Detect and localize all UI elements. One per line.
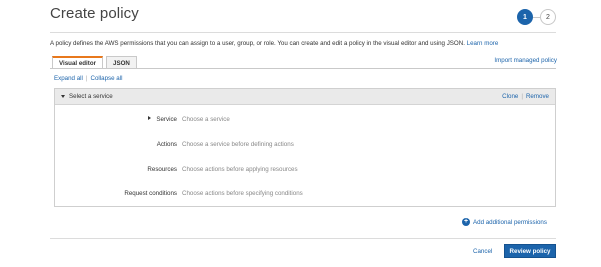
cancel-button[interactable]: Cancel [473,248,492,255]
action-separator: | [521,93,523,100]
footer-divider [50,238,556,239]
step-2-indicator: 2 [540,9,556,25]
permission-block-header[interactable]: Select a service Clone | Remove [55,89,555,105]
permission-block-title: Select a service [69,93,113,100]
add-additional-permissions-label: Add additional permissions [473,218,547,226]
collapse-all-link[interactable]: Collapse all [91,75,123,82]
caret-right-icon [148,116,152,121]
intro-text: A policy defines the AWS permissions tha… [50,40,465,47]
choose-service-link[interactable]: Choose a service [182,116,230,123]
intro-paragraph: A policy defines the AWS permissions tha… [50,40,498,47]
actions-label: Actions [156,141,177,148]
link-separator: | [85,75,88,82]
add-additional-permissions-button[interactable]: + Add additional permissions [462,218,547,226]
page-title: Create policy [50,5,139,22]
review-policy-button[interactable]: Review policy [504,244,556,258]
clone-link[interactable]: Clone [502,93,518,100]
expand-collapse-controls: Expand all | Collapse all [54,75,123,82]
service-label[interactable]: Service [148,116,177,123]
service-label-text: Service [156,116,177,123]
header-divider [50,32,556,33]
resources-placeholder: Choose actions before applying resources [182,166,298,173]
tabs-baseline [50,68,556,69]
resources-label: Resources [147,166,177,173]
plus-circle-icon: + [462,218,470,226]
request-conditions-label: Request conditions [124,190,177,197]
actions-placeholder: Choose a service before defining actions [182,141,294,148]
expand-all-link[interactable]: Expand all [54,75,83,82]
learn-more-link[interactable]: Learn more [467,40,499,47]
request-conditions-placeholder: Choose actions before specifying conditi… [182,190,303,197]
step-connector [533,16,540,18]
remove-link[interactable]: Remove [526,93,549,100]
import-managed-policy-link[interactable]: Import managed policy [494,57,557,64]
permission-block: Select a service Clone | Remove Service Ch… [54,88,556,207]
step-1-indicator: 1 [517,9,533,25]
wizard-steps: 1 2 [517,9,556,25]
permission-block-actions: Clone | Remove [502,93,549,100]
caret-down-icon [61,95,65,98]
